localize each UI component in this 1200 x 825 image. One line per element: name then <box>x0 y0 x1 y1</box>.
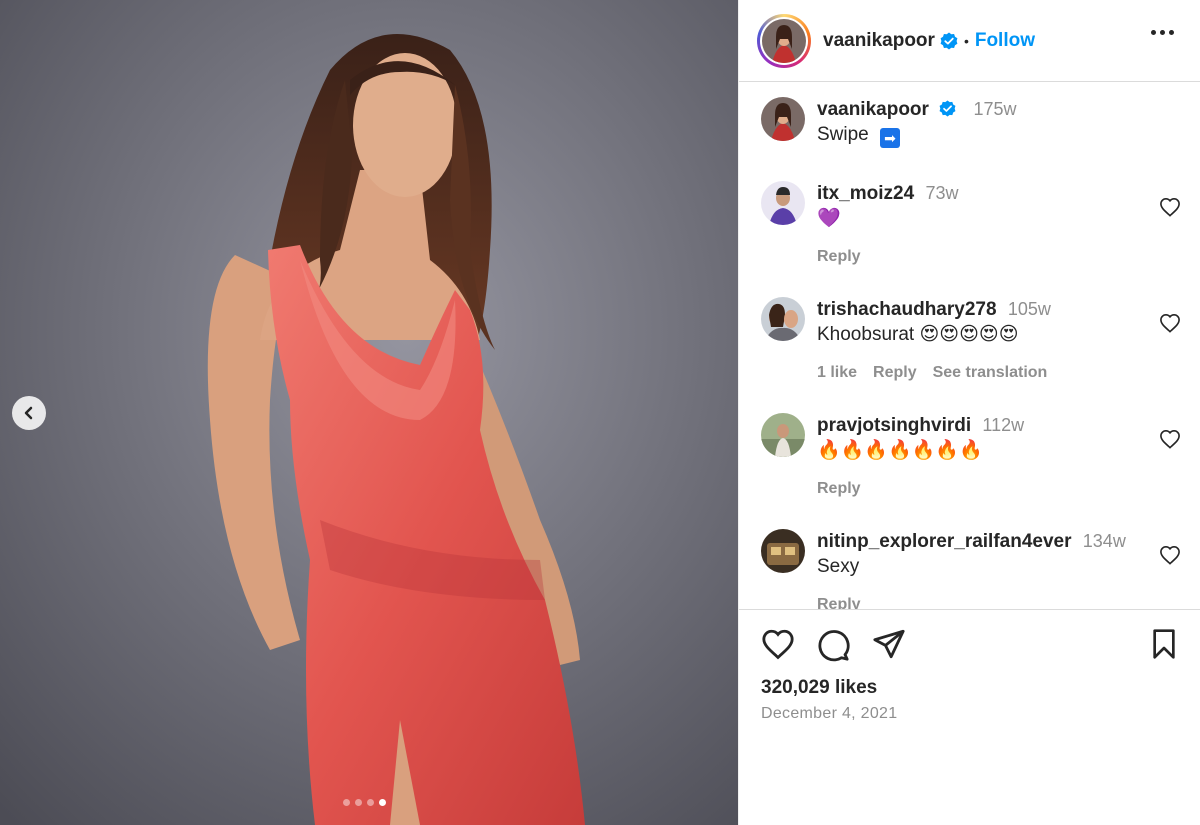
carousel-dot <box>343 799 350 806</box>
comment-timestamp[interactable]: 112w <box>982 415 1024 435</box>
comment-text: Khoobsurat 😍😍😍😍😍 <box>817 324 1019 345</box>
comment-item: pravjotsinghvirdi 112w 🔥🔥🔥🔥🔥🔥🔥 Reply <box>761 413 1181 498</box>
carousel-dot-active <box>379 799 386 806</box>
heart-icon[interactable] <box>761 628 795 660</box>
chevron-left-icon <box>24 406 33 420</box>
caption-text: Swipe <box>817 124 869 145</box>
comment-username[interactable]: pravjotsinghvirdi <box>817 415 971 436</box>
post-caption: vaanikapoor 175w Swipe ➡ <box>761 97 1181 148</box>
follow-button[interactable]: Follow <box>975 30 1035 52</box>
commenter-avatar[interactable] <box>761 297 805 341</box>
reply-button[interactable]: Reply <box>817 248 861 266</box>
instagram-post: vaanikapoor • Follow vaanikapoor 175w Sw… <box>0 0 1200 825</box>
comment-item: trishachaudhary278 105w Khoobsurat 😍😍😍😍😍… <box>761 297 1181 382</box>
reply-button[interactable]: Reply <box>817 480 861 498</box>
right-arrow-emoji: ➡ <box>880 128 901 148</box>
comment-icon[interactable] <box>816 628 850 662</box>
comment-username[interactable]: nitinp_explorer_railfan4ever <box>817 531 1072 552</box>
share-icon[interactable] <box>872 628 906 660</box>
like-comment-icon[interactable] <box>1159 313 1181 333</box>
reply-button[interactable]: Reply <box>873 364 917 382</box>
post-media <box>0 0 738 825</box>
comment-username[interactable]: itx_moiz24 <box>817 183 914 204</box>
comment-timestamp[interactable]: 134w <box>1083 531 1126 551</box>
post-side-panel: vaanikapoor • Follow vaanikapoor 175w Sw… <box>738 0 1200 825</box>
comment-actions: Reply <box>817 480 1181 498</box>
author-avatar <box>762 18 806 63</box>
previous-slide-button[interactable] <box>12 396 46 430</box>
like-comment-icon[interactable] <box>1159 429 1181 449</box>
more-icon <box>1151 30 1156 35</box>
carousel-indicator <box>343 799 386 806</box>
post-date[interactable]: December 4, 2021 <box>761 705 897 723</box>
comment-like-count[interactable]: 1 like <box>817 364 857 382</box>
comment-timestamp[interactable]: 105w <box>1008 299 1051 319</box>
comment-actions: 1 like Reply See translation <box>817 364 1181 382</box>
post-actions <box>761 628 1178 668</box>
likes-count[interactable]: 320,029 likes <box>761 677 877 699</box>
comment-text: 🔥🔥🔥🔥🔥🔥🔥 <box>817 440 983 461</box>
comments-list[interactable]: vaanikapoor 175w Swipe ➡ itx_moiz24 73w … <box>739 83 1200 610</box>
comment-text: 💜 <box>817 208 841 229</box>
comment-username[interactable]: trishachaudhary278 <box>817 299 997 320</box>
author-avatar-ring[interactable] <box>757 13 811 68</box>
post-header: vaanikapoor • Follow <box>739 0 1200 82</box>
carousel-dot <box>355 799 362 806</box>
comment-actions: Reply <box>817 596 1181 609</box>
header-separator: • <box>963 32 969 49</box>
comment-item: nitinp_explorer_railfan4ever 134w Sexy R… <box>761 529 1181 609</box>
caption-timestamp[interactable]: 175w <box>974 99 1017 119</box>
reply-button[interactable]: Reply <box>817 596 861 609</box>
comment-item: itx_moiz24 73w 💜 Reply <box>761 181 1181 266</box>
commenter-avatar[interactable] <box>761 529 805 573</box>
like-comment-icon[interactable] <box>1159 197 1181 217</box>
see-translation-button[interactable]: See translation <box>933 364 1048 382</box>
post-photo <box>0 0 738 825</box>
comment-timestamp[interactable]: 73w <box>925 183 958 203</box>
caption-username[interactable]: vaanikapoor <box>817 99 929 120</box>
commenter-avatar[interactable] <box>761 413 805 457</box>
like-comment-icon[interactable] <box>1159 545 1181 565</box>
bookmark-icon[interactable] <box>1150 628 1178 660</box>
caption-avatar[interactable] <box>761 97 805 141</box>
verified-icon <box>939 100 956 117</box>
comment-actions: Reply <box>817 248 1181 266</box>
carousel-dot <box>367 799 374 806</box>
author-username[interactable]: vaanikapoor <box>823 30 935 52</box>
verified-icon <box>940 32 958 49</box>
comment-text: Sexy <box>817 556 860 577</box>
more-options-button[interactable] <box>1151 30 1174 35</box>
commenter-avatar[interactable] <box>761 181 805 225</box>
